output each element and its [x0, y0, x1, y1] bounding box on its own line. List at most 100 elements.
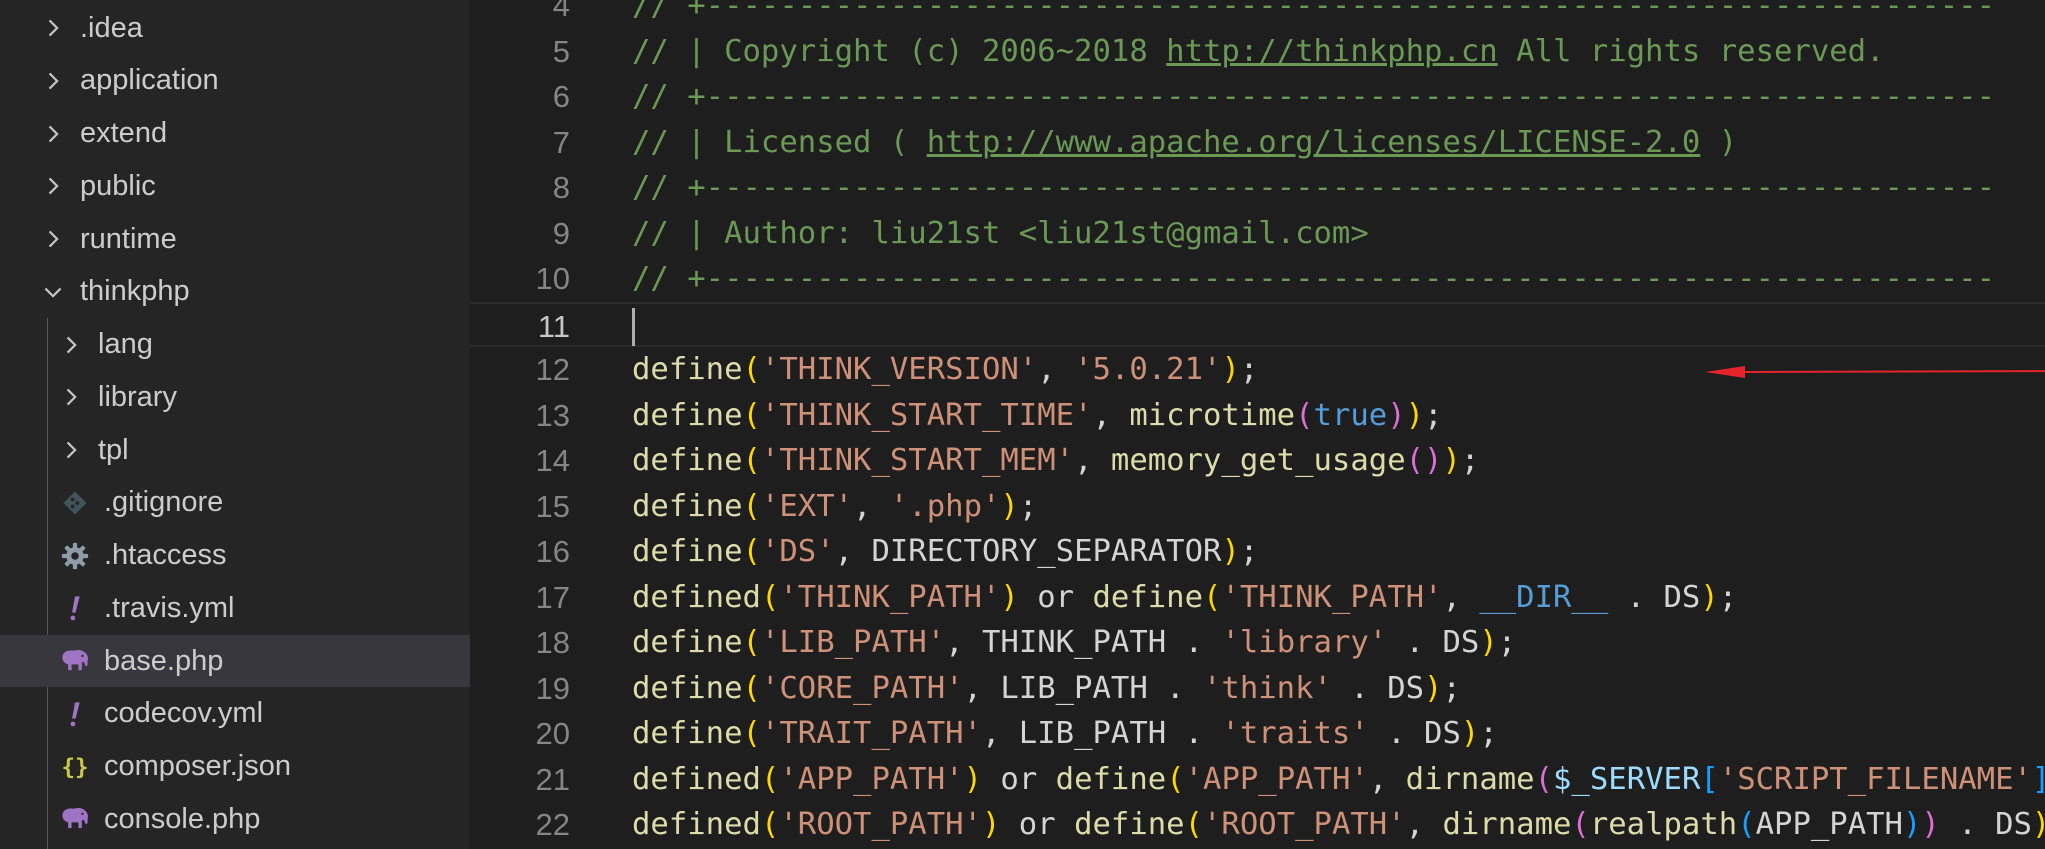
code-token: 'library': [1221, 625, 1388, 660]
tree-folder-lang[interactable]: lang: [0, 319, 470, 371]
tree-file-dot-htaccess[interactable]: .htaccess: [0, 530, 470, 582]
tree-file-codecov-yml[interactable]: codecov.yml: [0, 688, 470, 740]
code-text: defined('ROOT_PATH') or define('ROOT_PAT…: [632, 802, 2045, 848]
git-icon: [58, 486, 92, 520]
tree-folder-tpl[interactable]: tpl: [0, 424, 470, 476]
tree-folder-public[interactable]: public: [0, 160, 470, 212]
code-token: ;: [1424, 397, 1443, 433]
code-token: (: [760, 579, 780, 615]
chevron-right-icon: [58, 384, 84, 410]
code-token: 'CORE_PATH': [760, 670, 964, 706]
code-text: defined('APP_PATH') or define('APP_PATH'…: [632, 757, 2045, 803]
gear-icon: [58, 539, 92, 573]
tree-folder-dot-idea[interactable]: .idea: [0, 2, 470, 54]
tree-item-label: extend: [80, 117, 168, 149]
code-token: or: [1000, 807, 1075, 842]
code-token: // | Author: liu21st <liu21st@gmail.com>: [632, 215, 1369, 251]
code-token: ): [1221, 534, 1240, 569]
code-line[interactable]: 21 defined('APP_PATH') or define('APP_PAT…: [470, 757, 2045, 803]
tree-folder-thinkphp[interactable]: thinkphp: [0, 266, 470, 318]
code-token: ,: [853, 488, 890, 524]
code-token: 'THINK_VERSION': [760, 352, 1038, 387]
code-line[interactable]: 4 // +-----------------------------------…: [470, 0, 2045, 29]
code-token: defined: [632, 807, 761, 842]
code-token: (: [1203, 579, 1222, 615]
line-number: 16: [535, 534, 570, 569]
code-token: ;: [1460, 443, 1480, 478]
code-line[interactable]: 8 // +-----------------------------------…: [470, 165, 2045, 211]
code-link[interactable]: http://www.apache.org/licenses/LICENSE-2…: [927, 125, 1701, 160]
code-link[interactable]: http://thinkphp.cn: [1166, 34, 1498, 69]
code-token: . DS: [1387, 625, 1480, 660]
code-token: dirname: [1405, 761, 1535, 797]
code-line[interactable]: 7 // | Licensed ( http://www.apache.org/l…: [470, 120, 2045, 166]
code-token: (: [742, 397, 761, 433]
code-text: // | Copyright (c) 2006~2018 http://thin…: [632, 29, 1885, 75]
code-line[interactable]: 10 // +----------------------------------…: [470, 256, 2045, 302]
code-token: (: [1571, 807, 1590, 842]
code-token: define: [632, 534, 743, 569]
code-token: // | Copyright (c) 2006~2018: [632, 33, 1167, 69]
code-token: ,: [1405, 807, 1443, 842]
code-line[interactable]: 5 // | Copyright (c) 2006~2018 http://thi…: [470, 29, 2045, 75]
tree-folder-runtime[interactable]: runtime: [0, 213, 470, 265]
code-token: 'THINK_START_TIME': [760, 397, 1093, 433]
line-number: 19: [535, 670, 570, 706]
code-line[interactable]: 13 define('THINK_START_TIME', microtime(t…: [470, 393, 2045, 439]
code-token: or: [1018, 579, 1093, 615]
code-editor[interactable]: 4 // +-----------------------------------…: [470, 0, 2045, 849]
code-token: ): [1405, 397, 1425, 433]
code-token: define: [632, 488, 743, 524]
tree-folder-application[interactable]: application: [0, 55, 470, 107]
tree-file-console-php[interactable]: console.php: [0, 793, 470, 845]
code-line[interactable]: 17 defined('THINK_PATH') or define('THINK…: [470, 575, 2045, 621]
annotation-arrow: [1705, 366, 2045, 378]
code-token: (: [742, 443, 761, 478]
code-token: $_SERVER: [1553, 761, 1701, 797]
code-token: // +------------------------------------…: [632, 79, 1996, 114]
code-text: define('DS', DIRECTORY_SEPARATOR);: [632, 529, 1258, 575]
code-token: dirname: [1442, 807, 1572, 842]
chevron-right-icon: [40, 121, 66, 147]
code-line[interactable]: 18 define('LIB_PATH', THINK_PATH . 'libra…: [470, 620, 2045, 666]
code-token: ;: [1442, 670, 1461, 706]
tree-file-base-php[interactable]: base.php: [0, 635, 470, 687]
code-token: ): [1700, 579, 1719, 615]
code-token: realpath: [1589, 807, 1738, 842]
tree-folder-extend[interactable]: extend: [0, 108, 470, 160]
tree-item-label: library: [98, 380, 177, 413]
tree-folder-library[interactable]: library: [0, 371, 470, 423]
code-text: define('TRAIT_PATH', LIB_PATH . 'traits'…: [632, 711, 1498, 757]
code-token: ): [1000, 579, 1019, 615]
code-line[interactable]: 15 define('EXT', '.php');: [470, 484, 2045, 530]
code-token: ): [1700, 124, 1738, 160]
chevron-right-icon: [58, 332, 84, 358]
chevron-right-icon: [40, 15, 66, 41]
code-text: define('EXT', '.php');: [632, 484, 1037, 530]
tree-item-label: composer.json: [104, 750, 291, 782]
code-token: (: [760, 761, 780, 797]
code-token: ): [1921, 807, 1940, 842]
code-token: ): [1387, 397, 1406, 433]
code-token: ): [1000, 488, 1019, 524]
php-elephant-icon: [58, 644, 92, 678]
code-line[interactable]: 20 define('TRAIT_PATH', LIB_PATH . 'trait…: [470, 711, 2045, 757]
tree-file-dot-travis-yml[interactable]: .travis.yml: [0, 582, 470, 634]
code-line[interactable]: 11: [470, 301, 2045, 347]
code-line[interactable]: 14 define('THINK_START_MEM', memory_get_u…: [470, 438, 2045, 484]
line-number: 15: [535, 488, 570, 524]
code-token: (: [742, 534, 761, 569]
code-token: , DIRECTORY_SEPARATOR: [834, 534, 1222, 569]
tree-file-composer-json[interactable]: {} composer.json: [0, 741, 470, 793]
code-token: 'think': [1203, 670, 1332, 706]
code-line[interactable]: 9 // | Author: liu21st <liu21st@gmail.com…: [470, 211, 2045, 257]
line-number: 6: [552, 79, 570, 114]
code-line[interactable]: 22 defined('ROOT_PATH') or define('ROOT_P…: [470, 802, 2045, 848]
tree-file-dot-gitignore[interactable]: .gitignore: [0, 477, 470, 529]
code-line[interactable]: 19 define('CORE_PATH', LIB_PATH . 'think'…: [470, 666, 2045, 712]
tree-item-label: public: [80, 169, 156, 202]
tree-item-label: console.php: [104, 802, 261, 835]
code-line[interactable]: 16 define('DS', DIRECTORY_SEPARATOR);: [470, 529, 2045, 575]
code-line[interactable]: 6 // +-----------------------------------…: [470, 74, 2045, 120]
code-text: // +------------------------------------…: [632, 0, 1995, 29]
